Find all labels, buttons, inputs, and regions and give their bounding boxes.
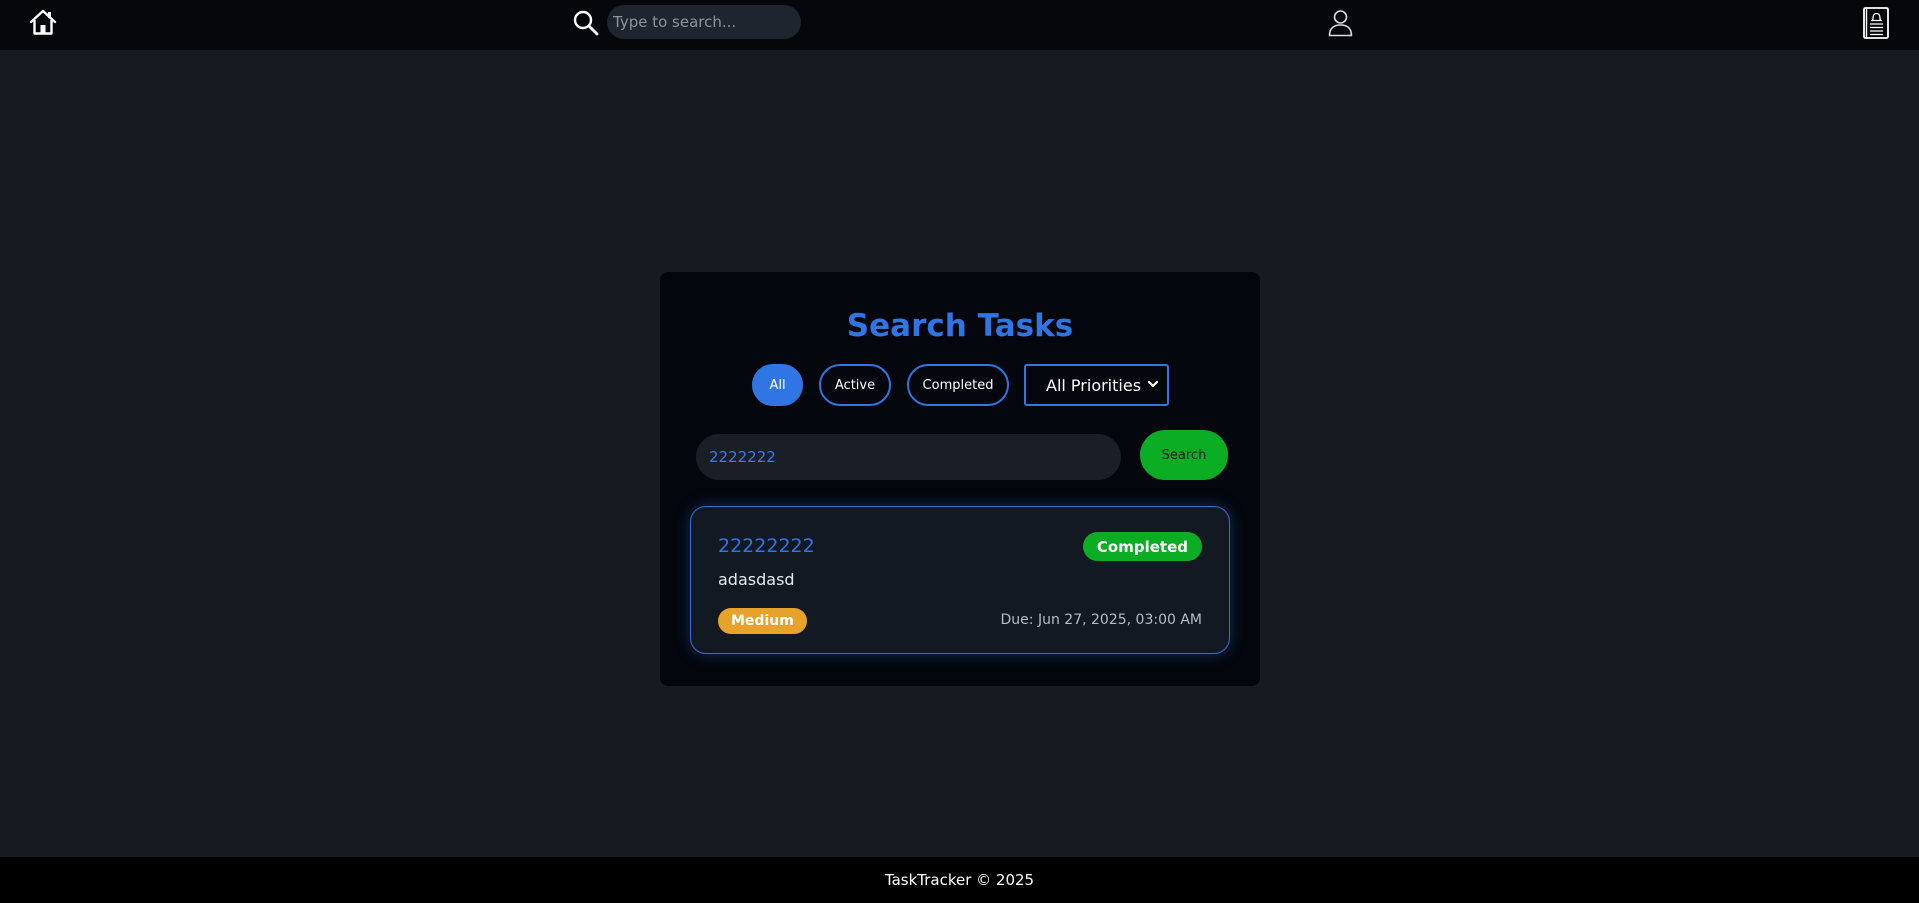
user-icon[interactable] [1327,9,1354,37]
top-navigation [0,0,1919,50]
task-title[interactable]: 22222222 [718,535,815,557]
status-badge: Completed [1082,532,1202,561]
filter-completed-button[interactable]: Completed [907,364,1009,406]
filter-active-button[interactable]: Active [819,364,891,406]
chevron-down-icon [1147,380,1159,388]
footer: TaskTracker © 2025 [0,857,1919,903]
search-tasks-card: Search Tasks All Active Completed All Pr… [660,272,1260,686]
search-button[interactable]: Search [1140,430,1228,480]
global-search-input[interactable] [607,5,801,39]
priority-badge: Medium [718,608,807,634]
page-title: Search Tasks [846,308,1074,344]
due-date: Due: Jun 27, 2025, 03:00 AM [1000,612,1202,628]
task-result-card[interactable]: 22222222 Completed adasdasd Medium Due: … [690,506,1230,654]
footer-text: TaskTracker © 2025 [884,871,1035,889]
priority-select[interactable]: All Priorities [1024,364,1169,406]
filter-all-button[interactable]: All [752,364,803,406]
search-icon[interactable] [572,9,599,36]
task-description: adasdasd [718,570,795,589]
priority-select-value: All Priorities [1046,375,1142,395]
task-search-input[interactable] [696,434,1121,480]
notebook-icon[interactable] [1862,6,1890,40]
home-icon[interactable] [29,8,57,36]
